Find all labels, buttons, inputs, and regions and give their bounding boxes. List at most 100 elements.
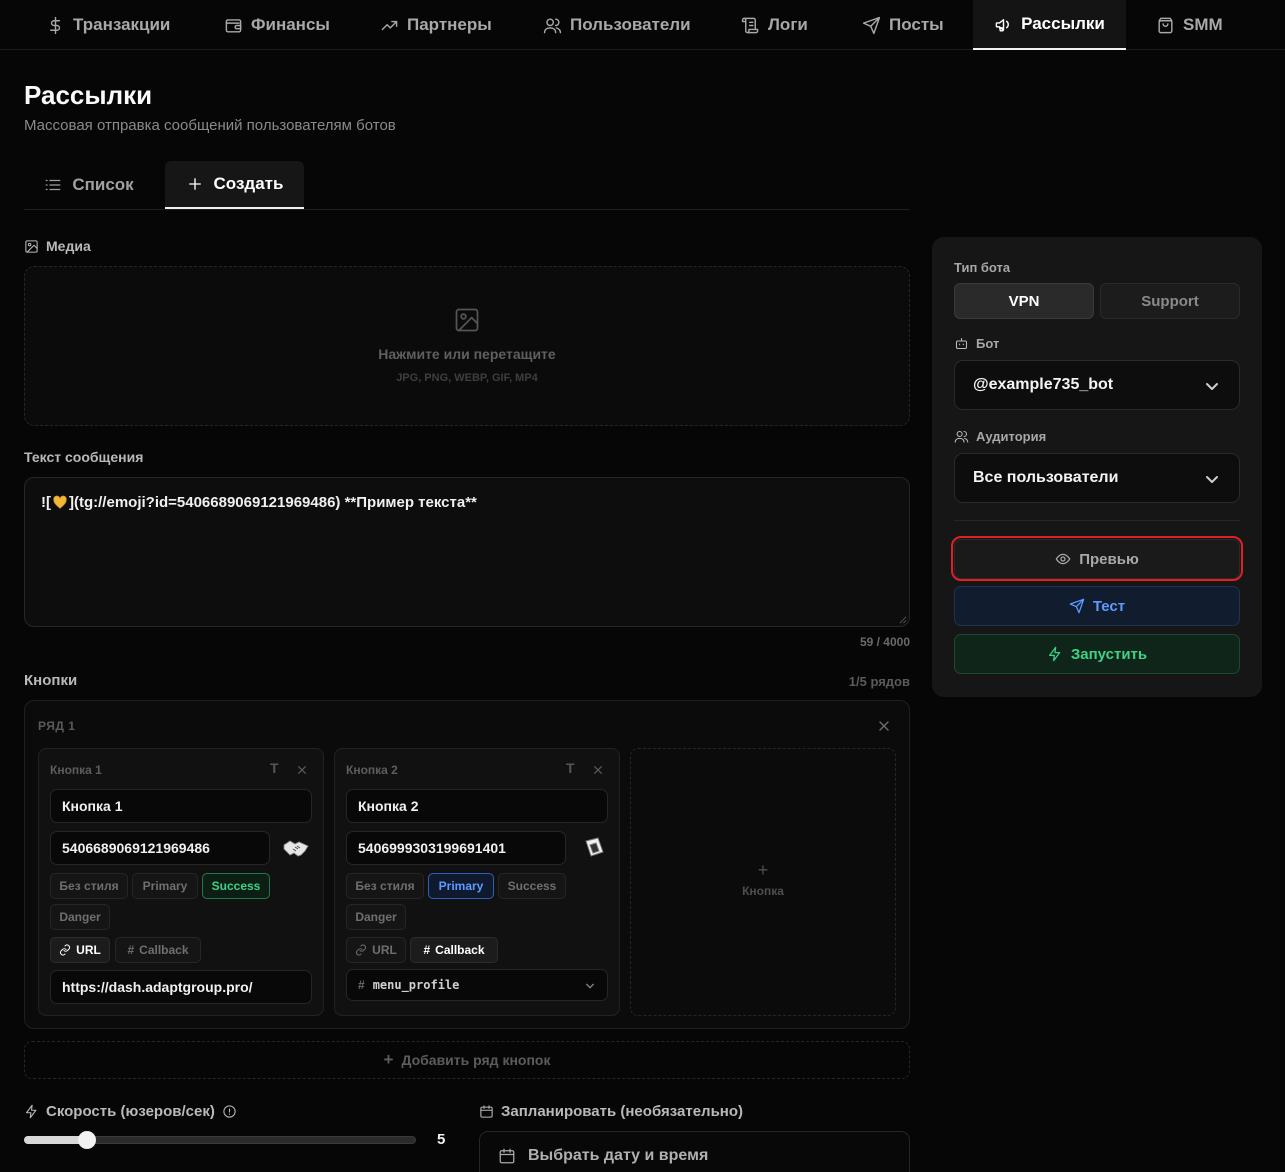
style-success-chip[interactable]: Success [202, 873, 270, 899]
action-url-chip[interactable]: URL [346, 937, 406, 963]
chevron-down-icon [586, 983, 594, 989]
chevron-down-icon [1206, 383, 1218, 390]
style-none-chip[interactable]: Без стиля [346, 873, 424, 899]
tab-create-label: Создать [213, 174, 284, 193]
close-icon[interactable] [878, 720, 890, 732]
nav-tab-mailings[interactable]: Рассылки [973, 0, 1126, 50]
action-url-chip[interactable]: URL [50, 937, 110, 963]
style-none-chip[interactable]: Без стиля [50, 873, 128, 899]
nav-tab-transactions[interactable]: Транзакции [46, 0, 186, 50]
schedule-label: Запланировать (необязательно) [479, 1103, 743, 1120]
message-label: Текст сообщения [24, 449, 144, 465]
dollar-icon [50, 16, 61, 34]
calendar-icon [480, 1105, 493, 1118]
card-title: Кнопка 2 [346, 763, 398, 777]
nav-tab-label: Финансы [251, 15, 330, 34]
nav-tab-label: Посты [889, 15, 944, 34]
nav-tab-logs[interactable]: Логи [741, 0, 831, 50]
add-button-label: Кнопка [742, 884, 784, 898]
schedule-datetime-input[interactable]: Выбрать дату и время [479, 1131, 910, 1172]
style-danger-chip[interactable]: Danger [50, 904, 110, 930]
buttons-label: Кнопки [24, 672, 78, 689]
media-label: Медиа [24, 238, 91, 254]
nav-tab-label: SMM [1183, 15, 1223, 34]
nav-tab-posts[interactable]: Посты [862, 0, 962, 50]
emoji-id-input[interactable]: 5406689069121969486 [50, 831, 270, 865]
send-icon [862, 16, 881, 34]
style-success-chip[interactable]: Success [498, 873, 566, 899]
dropzone-title: Нажмите или перетащите [378, 346, 556, 362]
link-icon [60, 944, 71, 956]
bot-type-label: Тип бота [954, 260, 1011, 275]
send-icon [1069, 598, 1085, 614]
tab-list-label: Список [72, 175, 134, 194]
url-input[interactable]: https://dash.adaptgroup.pro/ [50, 970, 312, 1004]
test-button[interactable]: Тест [954, 586, 1240, 626]
info-icon[interactable] [222, 1104, 237, 1119]
emoji-heart-icon [52, 495, 68, 509]
style-primary-chip[interactable]: Primary [132, 873, 198, 899]
users-icon [543, 17, 562, 33]
button-text-input[interactable]: Кнопка 1 [50, 789, 312, 823]
image-placeholder-icon [455, 308, 479, 332]
emoji-id-input[interactable]: 5406999303199691401 [346, 831, 566, 865]
text-format-icon[interactable]: T [566, 760, 575, 776]
page-subtitle: Массовая отправка сообщений пользователя… [24, 117, 396, 134]
close-icon[interactable] [593, 765, 603, 775]
hash-icon: # [358, 978, 365, 992]
link-icon [356, 944, 367, 956]
chevron-down-icon [1206, 476, 1218, 483]
speed-value: 5 [437, 1131, 446, 1148]
nav-tab-label: Партнеры [407, 15, 492, 34]
action-callback-chip[interactable]: # Callback [410, 937, 498, 963]
launch-button[interactable]: Запустить [954, 634, 1240, 674]
message-prefix: ![ [41, 494, 51, 511]
card-title: Кнопка 1 [50, 763, 102, 777]
bot-label: Бот [954, 336, 999, 351]
tab-list[interactable]: Список [24, 161, 154, 209]
button-text-input[interactable]: Кнопка 2 [346, 789, 608, 823]
handshake-emoji-icon [283, 840, 309, 857]
nav-tab-label: Рассылки [1021, 14, 1105, 33]
nav-tab-label: Транзакции [73, 15, 171, 34]
action-callback-chip[interactable]: # Callback [115, 937, 201, 963]
bot-icon [955, 337, 968, 350]
calendar-icon [499, 1148, 515, 1164]
bot-type-vpn[interactable]: VPN [954, 283, 1094, 319]
speed-slider-thumb[interactable] [77, 1131, 96, 1149]
scroll-icon [741, 17, 759, 33]
nav-tab-partners[interactable]: Партнеры [380, 0, 510, 50]
add-row-button[interactable]: + Добавить ряд кнопок [24, 1041, 910, 1079]
subtabs: Список Создать [24, 161, 910, 210]
message-textarea[interactable]: ![ ](tg://emoji?id=5406689069121969486) *… [24, 477, 910, 627]
nav-tab-smm[interactable]: SMM [1156, 0, 1246, 50]
text-format-icon[interactable]: T [270, 760, 279, 776]
tab-create[interactable]: Создать [165, 161, 304, 209]
bot-select[interactable]: @example735_bot [954, 360, 1240, 410]
plus-icon: + [383, 1050, 394, 1069]
divider [954, 520, 1240, 521]
nav-tab-users[interactable]: Пользователи [543, 0, 703, 50]
style-primary-chip[interactable]: Primary [428, 873, 494, 899]
audience-label: Аудитория [954, 429, 1046, 444]
close-icon[interactable] [297, 765, 307, 775]
speed-label: Скорость (юзеров/сек) [24, 1103, 237, 1120]
add-button-card[interactable] [630, 748, 896, 1016]
dropzone-hint: JPG, PNG, WEBP, GIF, MP4 [396, 372, 538, 384]
resize-handle-icon[interactable] [898, 615, 907, 624]
image-icon [25, 239, 38, 253]
hash-icon: # [127, 943, 135, 957]
nav-tab-finance[interactable]: Финансы [224, 0, 344, 50]
message-suffix: ](tg://emoji?id=5406689069121969486) **П… [69, 494, 477, 511]
rows-counter: 1/5 рядов [848, 674, 910, 689]
nav-tab-label: Логи [768, 15, 808, 34]
style-danger-chip[interactable]: Danger [346, 904, 406, 930]
wallet-icon [225, 18, 242, 33]
audience-select[interactable]: Все пользователи [954, 453, 1240, 503]
bot-type-support[interactable]: Support [1100, 283, 1240, 319]
callback-select[interactable]: # menu_profile [346, 969, 608, 1001]
lightning-icon [25, 1104, 37, 1119]
list-icon [45, 179, 61, 191]
users-icon [954, 430, 969, 443]
top-navigation: Транзакции Финансы Партнеры Пользователи… [0, 0, 1285, 50]
